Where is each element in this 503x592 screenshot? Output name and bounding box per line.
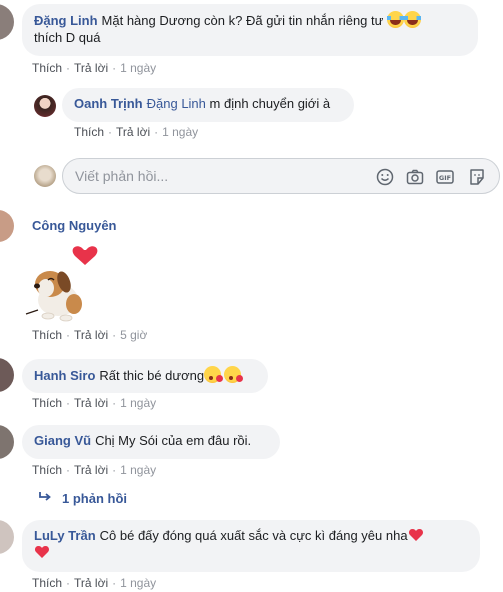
view-replies-label: 1 phản hồi: [62, 491, 127, 506]
comment-text: Mặt hàng Dương còn k? Đã gửi tin nhắn ri…: [101, 13, 384, 28]
comment-text: Chị My Sói của em đâu rồi.: [95, 433, 252, 448]
like-link[interactable]: Thích: [32, 396, 62, 410]
reply-text: m định chuyển giới à: [209, 96, 331, 111]
reply-link[interactable]: Trả lời: [74, 328, 108, 342]
comment-actions: Thích · Trả lời · 1 ngày: [32, 61, 157, 75]
reply-author[interactable]: Oanh Trịnh: [74, 96, 143, 111]
reply-actions: Thích · Trả lời · 1 ngày: [74, 125, 199, 139]
comment-actions: Thích · Trả lời · 1 ngày: [32, 396, 157, 410]
reply-input-box[interactable]: GIF: [62, 158, 500, 194]
comment-text: Cô bé đấy đóng quá xuất sắc và cực kì đá…: [99, 528, 408, 543]
comment-actions: Thích · Trả lời · 1 ngày: [32, 576, 157, 590]
avatar[interactable]: [0, 358, 14, 392]
kissing-emoji-icon: [204, 366, 224, 383]
smiley-icon[interactable]: [375, 167, 395, 187]
comment-author[interactable]: Công Nguyên: [32, 218, 117, 233]
avatar[interactable]: [0, 4, 14, 40]
avatar[interactable]: [0, 425, 14, 459]
laughing-emoji-icon: [403, 11, 421, 28]
comment-author[interactable]: Giang Vũ: [34, 433, 91, 448]
comment-time[interactable]: 1 ngày: [162, 125, 198, 139]
comment-bubble: Đặng Linh Mặt hàng Dương còn k? Đã gửi ti…: [22, 4, 478, 56]
reply-link[interactable]: Trả lời: [74, 576, 108, 590]
view-replies-link[interactable]: 1 phản hồi: [38, 491, 127, 506]
comment-time[interactable]: 1 ngày: [120, 61, 156, 75]
avatar[interactable]: [0, 210, 14, 242]
mention-link[interactable]: Đặng Linh: [147, 96, 206, 111]
comment-time[interactable]: 1 ngày: [120, 463, 156, 477]
comment-time[interactable]: 1 ngày: [120, 576, 156, 590]
sticker-icon[interactable]: [467, 167, 487, 187]
svg-text:GIF: GIF: [439, 174, 451, 182]
comment-time[interactable]: 1 ngày: [120, 396, 156, 410]
dog-sticker[interactable]: [18, 240, 108, 330]
comment-author[interactable]: LuLy Trần: [34, 528, 96, 543]
avatar[interactable]: [0, 520, 14, 554]
like-link[interactable]: Thích: [32, 328, 62, 342]
like-link[interactable]: Thích: [32, 61, 62, 75]
kissing-emoji-icon: [224, 366, 244, 383]
comment-author-line: Công Nguyên: [32, 218, 121, 233]
reply-link[interactable]: Trả lời: [74, 463, 108, 477]
comment-bubble: LuLy Trần Cô bé đấy đóng quá xuất sắc và …: [22, 520, 480, 572]
heart-emoji-icon: [34, 546, 50, 558]
comment-time[interactable]: 5 giờ: [120, 328, 147, 342]
reply-link[interactable]: Trả lời: [74, 396, 108, 410]
camera-icon[interactable]: [405, 167, 425, 187]
comment-actions: Thích · Trả lời · 5 giờ: [32, 328, 148, 342]
comment-text: Rất thic bé dương: [99, 368, 205, 383]
reply-bubble: Oanh Trịnh Đặng Linh m định chuyển giới à: [62, 88, 354, 122]
reply-input[interactable]: [75, 168, 365, 184]
comment-author[interactable]: Đặng Linh: [34, 13, 98, 28]
reply-link[interactable]: Trả lời: [74, 61, 108, 75]
reply-link[interactable]: Trả lời: [116, 125, 150, 139]
avatar: [34, 165, 56, 187]
gif-icon[interactable]: GIF: [435, 167, 455, 187]
laughing-emoji-icon: [386, 11, 404, 28]
avatar[interactable]: [34, 95, 56, 117]
like-link[interactable]: Thích: [74, 125, 104, 139]
comment-bubble: Giang Vũ Chị My Sói của em đâu rồi.: [22, 425, 280, 459]
comment-actions: Thích · Trả lời · 1 ngày: [32, 463, 157, 477]
like-link[interactable]: Thích: [32, 463, 62, 477]
like-link[interactable]: Thích: [32, 576, 62, 590]
comment-author[interactable]: Hanh Siro: [34, 368, 95, 383]
heart-emoji-icon: [408, 529, 423, 541]
comment-text-line2: thích D quá: [34, 30, 101, 45]
reply-arrow-icon: [38, 491, 52, 506]
comment-bubble: Hanh Siro Rất thic bé dương: [22, 359, 268, 393]
